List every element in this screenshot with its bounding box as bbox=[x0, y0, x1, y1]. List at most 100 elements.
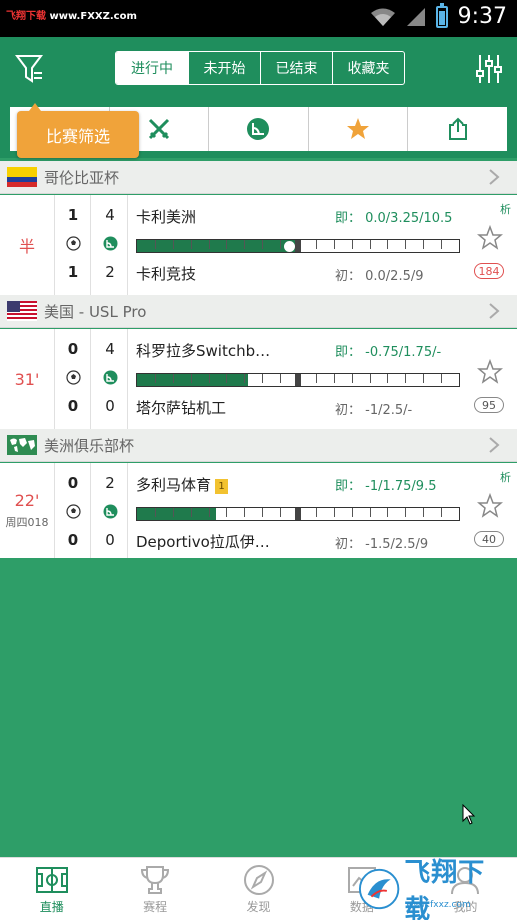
progress-tick bbox=[173, 374, 174, 383]
soccer-ball-icon bbox=[66, 370, 81, 385]
progress-tick bbox=[226, 240, 227, 249]
home-goals: 1 bbox=[67, 206, 79, 224]
trophy-icon bbox=[141, 865, 170, 894]
progress-tick bbox=[370, 240, 371, 249]
tab-live[interactable]: 进行中 bbox=[116, 52, 188, 84]
away-corners: 0 bbox=[105, 531, 115, 549]
colombia-flag-icon bbox=[7, 167, 37, 187]
match-state: 半 bbox=[18, 237, 35, 256]
league-header[interactable]: 哥伦比亚杯 bbox=[0, 161, 517, 194]
settings-sliders-icon[interactable] bbox=[475, 53, 503, 85]
away-goals: 1 bbox=[67, 263, 79, 281]
comment-count-badge[interactable]: 184 bbox=[474, 263, 504, 279]
progress-tick bbox=[370, 508, 371, 517]
goals-column: 0 0 bbox=[55, 329, 91, 429]
progress-tick bbox=[352, 240, 353, 249]
halftime-marker bbox=[295, 240, 301, 252]
nav-live[interactable]: 直播 bbox=[0, 858, 103, 920]
watermark: 飞翔下载 www.FXXZ.com bbox=[6, 11, 137, 22]
brand-watermark: 飞翔下载 www.fxxz.com bbox=[358, 858, 508, 920]
usa-flag-icon bbox=[7, 301, 37, 321]
swords-icon bbox=[148, 118, 169, 140]
progress-tick bbox=[387, 508, 388, 517]
soccer-ball-icon bbox=[66, 236, 81, 251]
match-card[interactable]: 31' 0 0 4 0 科罗拉多Switchb… 即： -0.75/1.75/-… bbox=[0, 329, 517, 429]
progress-tick bbox=[370, 374, 371, 383]
chevron-right-icon bbox=[489, 437, 500, 453]
match-card[interactable]: 半 1 1 4 2 卡利美洲 即： 0.0/3.25/10.5 卡利竞技 初： … bbox=[0, 195, 517, 295]
tab-favorites[interactable]: 收藏夹 bbox=[332, 52, 404, 84]
progress-tick bbox=[209, 374, 210, 383]
away-team: 塔尔萨钻机工 bbox=[136, 399, 227, 417]
progress-tick bbox=[173, 240, 174, 249]
progress-tick bbox=[387, 240, 388, 249]
home-corners: 4 bbox=[105, 340, 115, 358]
match-card[interactable]: 22' 周四018 0 0 2 0 多利马体育 1 即： -1/1.75/9.5 … bbox=[0, 463, 517, 558]
match-status-tabs: 进行中 未开始 已结束 收藏夹 bbox=[115, 51, 405, 85]
league-header[interactable]: 美国 - USL Pro bbox=[0, 295, 517, 328]
progress-tick bbox=[280, 240, 281, 249]
progress-tick bbox=[405, 508, 406, 517]
league-header[interactable]: 美洲俱乐部杯 bbox=[0, 429, 517, 462]
filter-icon[interactable] bbox=[14, 53, 44, 85]
away-goals: 0 bbox=[67, 531, 79, 549]
progress-tick bbox=[173, 508, 174, 517]
progress-tick bbox=[191, 508, 192, 517]
progress-fill bbox=[137, 508, 216, 520]
progress-tick bbox=[405, 240, 406, 249]
analysis-link[interactable]: 析 bbox=[500, 469, 511, 485]
away-corners: 2 bbox=[105, 263, 115, 281]
away-team: 卡利竞技 bbox=[136, 265, 197, 283]
progress-fill bbox=[137, 374, 248, 386]
initial-odds: 初： -1.5/2.5/9 bbox=[335, 537, 429, 552]
progress-tick bbox=[244, 508, 245, 517]
live-odds: 即： -0.75/1.75/- bbox=[335, 345, 442, 360]
progress-tick bbox=[280, 508, 281, 517]
icon-row-share[interactable] bbox=[407, 107, 507, 151]
corners-column: 2 0 bbox=[92, 463, 128, 558]
league-name: 美洲俱乐部杯 bbox=[44, 436, 135, 455]
progress-tick bbox=[244, 240, 245, 249]
progress-fill bbox=[137, 240, 298, 252]
analysis-link[interactable]: 析 bbox=[500, 201, 511, 217]
tab-finished[interactable]: 已结束 bbox=[260, 52, 332, 84]
halftime-marker bbox=[295, 374, 301, 386]
soccer-ball-icon bbox=[66, 504, 81, 519]
comment-count-badge[interactable]: 40 bbox=[474, 531, 504, 547]
progress-tick bbox=[423, 508, 424, 517]
tab-upcoming[interactable]: 未开始 bbox=[188, 52, 260, 84]
initial-odds: 初： -1/2.5/- bbox=[335, 403, 413, 418]
progress-tick bbox=[334, 240, 335, 249]
progress-tick bbox=[262, 374, 263, 383]
match-progress-bar bbox=[136, 373, 460, 387]
home-team: 多利马体育 1 bbox=[136, 474, 229, 495]
progress-tick bbox=[155, 374, 156, 383]
halftime-marker bbox=[295, 508, 301, 520]
comment-count-badge[interactable]: 95 bbox=[474, 397, 504, 413]
favorite-star-icon[interactable] bbox=[477, 225, 503, 251]
match-filter-tooltip[interactable]: 比赛筛选 bbox=[17, 103, 139, 158]
match-progress-bar bbox=[136, 507, 460, 521]
favorite-star-icon[interactable] bbox=[477, 359, 503, 385]
brand-logo-icon bbox=[358, 868, 400, 910]
home-corners: 2 bbox=[105, 474, 115, 492]
home-goals: 0 bbox=[67, 474, 79, 492]
progress-tick bbox=[262, 240, 263, 249]
progress-tick bbox=[209, 508, 210, 517]
icon-row-star[interactable] bbox=[307, 107, 408, 151]
progress-tick bbox=[262, 508, 263, 517]
status-bar: 飞翔下载 www.FXXZ.com 9:37 bbox=[0, 0, 517, 37]
home-team: 卡利美洲 bbox=[136, 208, 197, 226]
progress-tick bbox=[441, 508, 442, 517]
away-goals: 0 bbox=[67, 397, 79, 415]
nav-schedule[interactable]: 赛程 bbox=[103, 858, 206, 920]
progress-tick bbox=[334, 374, 335, 383]
nav-discover[interactable]: 发现 bbox=[207, 858, 310, 920]
favorite-star-icon[interactable] bbox=[477, 493, 503, 519]
live-odds: 即： 0.0/3.25/10.5 bbox=[335, 211, 453, 226]
star-icon bbox=[347, 118, 370, 139]
chevron-right-icon bbox=[489, 303, 500, 319]
progress-tick bbox=[226, 508, 227, 517]
corners-column: 4 0 bbox=[92, 329, 128, 429]
icon-row-handicap[interactable] bbox=[208, 107, 308, 151]
